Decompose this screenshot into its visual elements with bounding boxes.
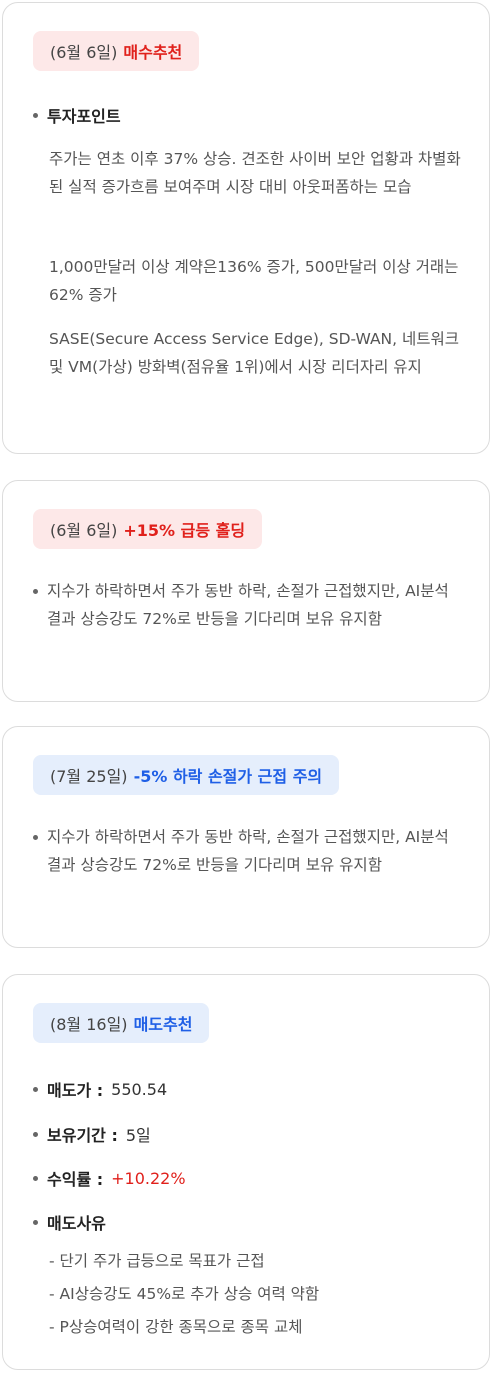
return-rate-value: +10.22% bbox=[111, 1168, 186, 1188]
card-buy-recommendation: (6월 6일) 매수추천 투자포인트 주가는 연초 이후 37% 상승. 견조한… bbox=[2, 2, 490, 454]
bullet-icon bbox=[33, 1175, 38, 1181]
bullet-icon bbox=[33, 1131, 38, 1137]
sell-price: 매도가 : 550.54 bbox=[33, 1077, 167, 1101]
badge-action: -5% 하락 손절가 근접 주의 bbox=[133, 767, 323, 786]
card-text: 지수가 하락하면서 주가 동반 하락, 손절가 근접했지만, AI분석 결과 상… bbox=[33, 823, 465, 879]
status-badge: (6월 6일) +15% 급등 홀딩 bbox=[33, 509, 263, 549]
card-text: 지수가 하락하면서 주가 동반 하락, 손절가 근접했지만, AI분석 결과 상… bbox=[33, 577, 465, 633]
status-badge: (6월 6일) 매수추천 bbox=[33, 31, 200, 71]
bullet-icon bbox=[33, 112, 38, 118]
bullet-icon bbox=[33, 1086, 38, 1092]
card-sell-recommendation: (8월 16일) 매도추천 매도가 : 550.54 보유기간 : 5일 수익률… bbox=[2, 974, 490, 1370]
bullet-icon bbox=[33, 589, 38, 594]
sell-reason-item: - 단기 주가 급등으로 목표가 근접 bbox=[49, 1252, 265, 1270]
badge-date: (7월 25일) bbox=[50, 767, 128, 786]
investment-point-3: SASE(Secure Access Service Edge), SD-WAN… bbox=[49, 330, 460, 376]
badge-date: (8월 16일) bbox=[50, 1015, 128, 1034]
status-badge: (8월 16일) 매도추천 bbox=[33, 1003, 210, 1043]
holding-period-value: 5일 bbox=[125, 1126, 151, 1145]
investment-point-1: 주가는 연초 이후 37% 상승. 견조한 사이버 보안 업황과 차별화된 실적… bbox=[49, 150, 461, 196]
badge-action: 매수추천 bbox=[123, 43, 183, 62]
return-rate: 수익률 : +10.22% bbox=[33, 1166, 186, 1190]
investment-point-2: 1,000만달러 이상 계약은136% 증가, 500만달러 이상 거래는 62… bbox=[49, 258, 459, 304]
card-drop-warning: (7월 25일) -5% 하락 손절가 근접 주의 지수가 하락하면서 주가 동… bbox=[2, 726, 490, 948]
badge-date: (6월 6일) bbox=[50, 43, 118, 62]
sell-reason-item: - AI상승강도 45%로 추가 상승 여력 약함 bbox=[49, 1285, 320, 1303]
sell-reason-item: - P상승여력이 강한 종목으로 종목 교체 bbox=[49, 1318, 303, 1336]
badge-action: 매도추천 bbox=[133, 1015, 193, 1034]
bullet-icon bbox=[33, 835, 38, 840]
bullet-icon bbox=[33, 1219, 38, 1225]
status-badge: (7월 25일) -5% 하락 손절가 근접 주의 bbox=[33, 755, 340, 795]
sell-price-value: 550.54 bbox=[111, 1079, 168, 1099]
holding-period: 보유기간 : 5일 bbox=[33, 1122, 151, 1146]
card-surge-hold: (6월 6일) +15% 급등 홀딩 지수가 하락하면서 주가 동반 하락, 손… bbox=[2, 480, 490, 702]
sell-reason-title: 매도사유 bbox=[33, 1210, 106, 1234]
badge-action: +15% 급등 홀딩 bbox=[123, 521, 246, 540]
badge-date: (6월 6일) bbox=[50, 521, 118, 540]
investment-point-title: 투자포인트 bbox=[33, 103, 121, 127]
